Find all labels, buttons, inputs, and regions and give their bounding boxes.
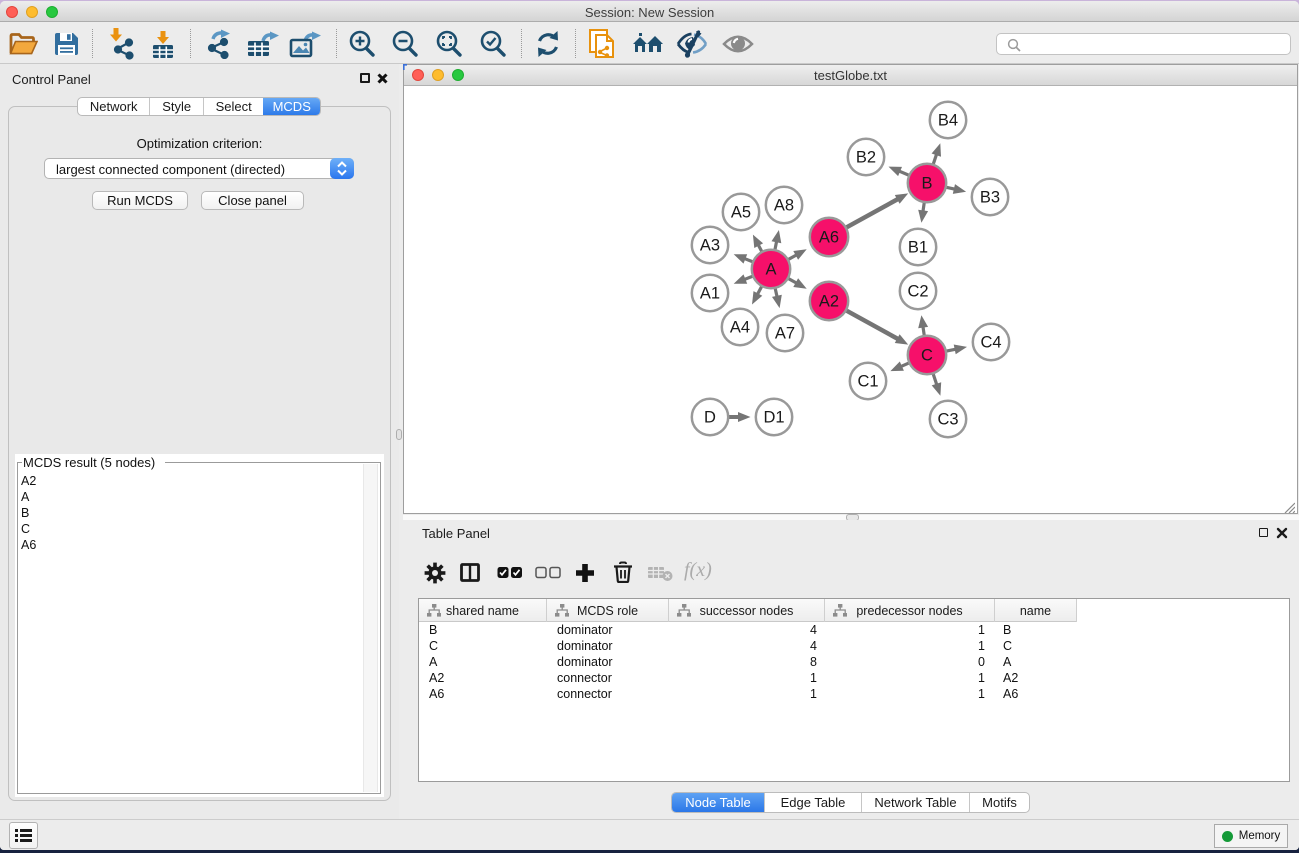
svg-text:B3: B3 (980, 189, 1000, 207)
svg-text:B2: B2 (856, 149, 876, 167)
svg-text:C4: C4 (980, 334, 1001, 352)
svg-text:C: C (921, 347, 933, 365)
svg-text:D1: D1 (763, 409, 784, 427)
svg-text:A8: A8 (774, 197, 794, 215)
svg-text:C3: C3 (937, 411, 958, 429)
svg-text:A2: A2 (819, 293, 839, 311)
svg-text:B: B (921, 175, 932, 193)
svg-text:B1: B1 (908, 239, 928, 257)
svg-text:B4: B4 (938, 112, 958, 130)
svg-text:A4: A4 (730, 319, 750, 337)
svg-text:A5: A5 (731, 204, 751, 222)
svg-text:C2: C2 (907, 283, 928, 301)
svg-text:C1: C1 (857, 373, 878, 391)
svg-text:D: D (704, 409, 716, 427)
svg-text:A6: A6 (819, 229, 839, 247)
svg-text:A: A (765, 261, 776, 279)
svg-text:A3: A3 (700, 237, 720, 255)
svg-text:A1: A1 (700, 285, 720, 303)
svg-text:A7: A7 (775, 325, 795, 343)
